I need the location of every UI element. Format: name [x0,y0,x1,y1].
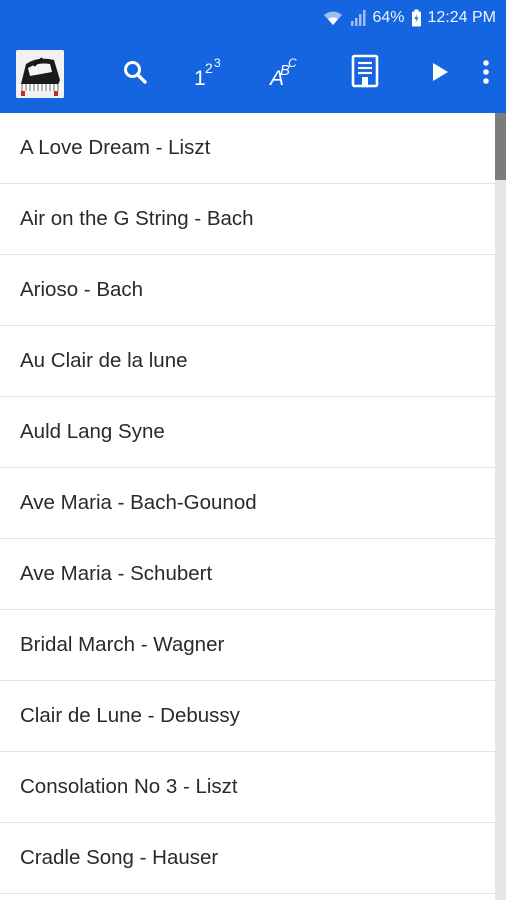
battery-icon [411,9,422,27]
number-sort-icon: 1 2 3 [191,55,225,94]
svg-text:1: 1 [194,67,206,89]
battery-percent: 64% [372,9,405,26]
song-item[interactable]: Ave Maria - Schubert [0,539,495,610]
song-item[interactable]: Au Clair de la lune [0,326,495,397]
search-icon [121,58,149,91]
song-item[interactable]: Arioso - Bach [0,255,495,326]
svg-text:C: C [288,56,297,70]
play-icon [429,61,451,88]
status-icons: 64% 12:24 PM [322,0,496,36]
song-item[interactable]: Bridal March - Wagner [0,610,495,681]
clock: 12:24 PM [427,9,496,26]
scrollbar-track[interactable] [495,113,506,900]
piano-app-icon[interactable] [16,50,64,98]
song-item[interactable]: Consolation No 3 - Liszt [0,752,495,823]
svg-text:3: 3 [214,56,221,70]
wifi-icon [322,9,344,27]
song-item[interactable]: Clair de Lune - Debussy [0,681,495,752]
song-item[interactable]: Ave Maria - Bach-Gounod [0,468,495,539]
song-list[interactable]: A Love Dream - Liszt Air on the G String… [0,113,495,900]
bookmark-icon [350,54,380,95]
toolbar: 1 2 3 A B C [0,36,506,113]
song-item[interactable]: Air on the G String - Bach [0,184,495,255]
search-button[interactable] [109,36,161,113]
scrollbar-thumb[interactable] [495,113,506,180]
status-bar: 64% 12:24 PM [0,0,506,36]
more-options-button[interactable] [466,36,506,113]
more-vert-icon [482,59,490,90]
song-item[interactable]: A Love Dream - Liszt [0,113,495,184]
play-button[interactable] [414,36,466,113]
song-item[interactable]: Cradle Song - Hauser [0,823,495,894]
number-sort-button[interactable]: 1 2 3 [182,36,234,113]
bookmark-button[interactable] [339,36,391,113]
alpha-sort-button[interactable]: A B C [259,36,311,113]
svg-text:2: 2 [205,60,213,76]
signal-icon [350,9,366,27]
song-item[interactable]: Auld Lang Syne [0,397,495,468]
alpha-sort-icon: A B C [268,55,302,94]
